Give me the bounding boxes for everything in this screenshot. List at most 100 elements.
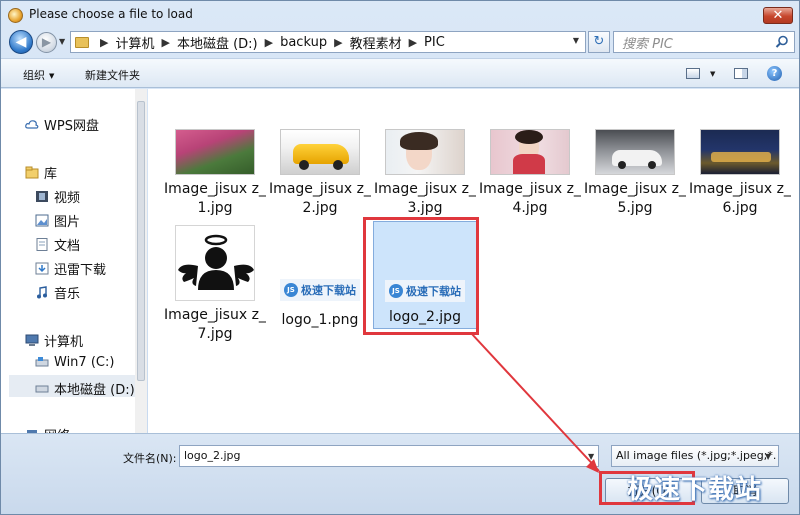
file-thumbnail	[490, 129, 570, 175]
sidebar-item-network[interactable]: 网络	[25, 425, 70, 433]
chevron-down-icon: ▼	[49, 72, 55, 80]
breadcrumb-separator-icon[interactable]: ▶	[327, 36, 349, 49]
recent-pages-chevron-down-icon[interactable]: ▼	[59, 37, 65, 46]
address-row: ◀ ▶ ▼ ▶ 计算机 ▶ 本地磁盘 (D:) ▶ backup ▶ 教程素材 …	[1, 29, 799, 55]
window-title: Please choose a file to load	[29, 7, 193, 21]
view-mode-icon[interactable]	[686, 68, 700, 79]
search-input[interactable]: 搜索 PIC	[613, 31, 795, 53]
breadcrumb-separator-icon[interactable]: ▶	[402, 36, 424, 49]
preview-pane-icon[interactable]	[734, 68, 748, 79]
file-dialog: Please choose a file to load ✕ ◀ ▶ ▼ ▶ 计…	[0, 0, 800, 515]
sidebar-item-label: 本地磁盘 (D:)	[54, 383, 135, 398]
sidebar-item-label: Win7 (C:)	[54, 355, 115, 370]
breadcrumb-separator-icon[interactable]: ▶	[154, 36, 176, 49]
sidebar-item-label: 迅雷下载	[54, 263, 107, 278]
angel-avatar-icon	[178, 234, 254, 290]
file-thumbnail	[700, 129, 780, 175]
organize-button[interactable]: 组织 ▼	[23, 67, 54, 83]
close-button[interactable]: ✕	[763, 7, 793, 24]
sidebar-item-video[interactable]: 视频	[35, 187, 80, 206]
cloud-icon	[25, 120, 39, 129]
file-name: logo_1.png	[281, 312, 359, 328]
sidebar-item-label: 计算机	[44, 335, 84, 350]
sidebar-item-computer[interactable]: 计算机	[25, 331, 83, 350]
filename-chevron-down-icon[interactable]: ▼	[588, 452, 594, 461]
file-name: Image_jisux z_7.jpg	[164, 307, 266, 342]
file-thumbnail	[385, 129, 465, 175]
file-type-select[interactable]: All image files (*.jpg;*.jpeg;*.	[611, 445, 779, 467]
file-name: Image_jisux z_1.jpg	[164, 181, 266, 216]
filter-chevron-down-icon[interactable]: ▼	[765, 452, 771, 461]
download-icon	[35, 262, 49, 275]
breadcrumb-separator-icon[interactable]: ▶	[93, 36, 115, 49]
sidebar-item-label: 视频	[54, 191, 81, 206]
file-name: Image_jisux z_4.jpg	[479, 181, 581, 216]
file-thumbnail	[175, 225, 255, 301]
sidebar-item-drive-d[interactable]: 本地磁盘 (D:)	[35, 379, 135, 398]
help-icon[interactable]: ?	[767, 66, 782, 81]
sidebar-item-label: 文档	[54, 239, 81, 254]
view-chevron-down-icon[interactable]: ▼	[710, 70, 715, 78]
file-thumbnail	[175, 129, 255, 175]
file-name: Image_jisux z_6.jpg	[689, 181, 791, 216]
video-icon	[36, 191, 48, 202]
file-name: Image_jisux z_3.jpg	[374, 181, 476, 216]
navigation-pane: WPS网盘 库 视频 图片 文档 迅雷下载 音乐 计算机 Win7 (C:) 本…	[1, 89, 147, 433]
sidebar-item-pictures[interactable]: 图片	[35, 211, 80, 230]
selected-file-highlight	[363, 217, 479, 335]
forward-button[interactable]: ▶	[36, 32, 57, 53]
file-item[interactable]: JS 极速下载站 logo_1.png	[268, 279, 372, 330]
file-item[interactable]: Image_jisux z_1.jpg	[163, 129, 267, 218]
file-item[interactable]: Image_jisux z_6.jpg	[688, 129, 792, 218]
file-item[interactable]: Image_jisux z_2.jpg	[268, 129, 372, 218]
search-icon[interactable]	[775, 35, 789, 49]
watermark: 极速下载站	[627, 475, 763, 505]
app-icon	[8, 8, 23, 23]
picture-icon	[35, 214, 49, 227]
breadcrumb-backup[interactable]: backup	[280, 35, 327, 50]
computer-icon	[25, 334, 39, 346]
sidebar-item-label: 库	[44, 167, 58, 182]
breadcrumb-pic[interactable]: PIC	[424, 35, 445, 50]
new-folder-button[interactable]: 新建文件夹	[85, 67, 140, 83]
logo-badge: JS	[284, 283, 298, 297]
file-item[interactable]: Image_jisux z_4.jpg	[478, 129, 582, 218]
sidebar-item-label: 图片	[54, 215, 81, 230]
breadcrumb-separator-icon[interactable]: ▶	[258, 36, 280, 49]
file-item[interactable]: Image_jisux z_3.jpg	[373, 129, 477, 218]
drive-icon	[35, 385, 49, 393]
filename-input[interactable]: logo_2.jpg	[179, 445, 599, 467]
file-thumbnail	[280, 129, 360, 175]
sidebar-item-wps[interactable]: WPS网盘	[25, 115, 99, 134]
search-placeholder: 搜索 PIC	[622, 36, 673, 52]
drive-icon	[35, 357, 49, 367]
nav-scrollbar-thumb[interactable]	[137, 101, 145, 381]
music-icon	[37, 286, 47, 299]
sidebar-item-drive-c[interactable]: Win7 (C:)	[35, 355, 114, 370]
breadcrumb-tutorial[interactable]: 教程素材	[350, 33, 402, 52]
sidebar-item-library[interactable]: 库	[25, 163, 57, 182]
logo-text: 极速下载站	[301, 284, 356, 297]
filename-label: 文件名(N):	[123, 452, 177, 465]
sidebar-item-thunder[interactable]: 迅雷下载	[35, 259, 106, 278]
toolbar: 组织 ▼ 新建文件夹 ▼ ?	[1, 58, 799, 88]
sidebar-item-label: 网络	[44, 425, 70, 433]
breadcrumb-computer[interactable]: 计算机	[115, 33, 154, 52]
library-icon	[25, 166, 39, 179]
sidebar-item-music[interactable]: 音乐	[35, 283, 80, 302]
sidebar-item-documents[interactable]: 文档	[35, 235, 80, 254]
file-name: Image_jisux z_2.jpg	[269, 181, 371, 216]
file-item[interactable]: Image_jisux z_7.jpg	[163, 225, 267, 344]
organize-label: 组织	[23, 69, 45, 82]
address-chevron-down-icon[interactable]: ▼	[573, 36, 579, 45]
breadcrumb-drive-d[interactable]: 本地磁盘 (D:)	[177, 33, 258, 52]
document-icon	[36, 238, 48, 251]
file-thumbnail	[595, 129, 675, 175]
breadcrumb[interactable]: ▶ 计算机 ▶ 本地磁盘 (D:) ▶ backup ▶ 教程素材 ▶ PIC …	[70, 31, 586, 53]
folder-icon	[75, 36, 89, 48]
back-button[interactable]: ◀	[9, 30, 33, 54]
title-bar: Please choose a file to load ✕	[1, 1, 799, 29]
file-item[interactable]: Image_jisux z_5.jpg	[583, 129, 687, 218]
sidebar-item-label: 音乐	[54, 287, 81, 302]
refresh-button[interactable]: ↻	[588, 31, 610, 53]
